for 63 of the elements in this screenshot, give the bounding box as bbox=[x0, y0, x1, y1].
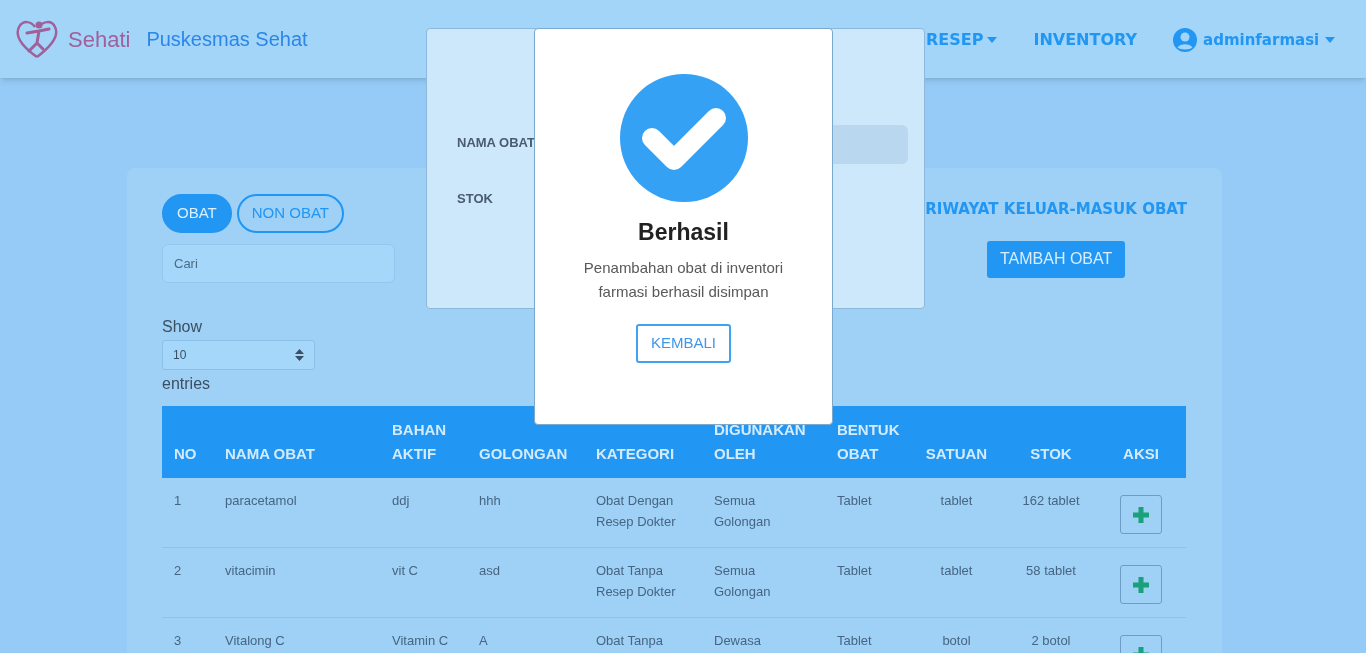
show-label: Show bbox=[162, 317, 204, 337]
column-header: AKSI bbox=[1122, 444, 1160, 464]
back-button[interactable]: KEMBALI bbox=[636, 323, 731, 363]
nav-link[interactable]: INVENTORY bbox=[1033, 28, 1138, 52]
table-cell-text: A bbox=[478, 632, 489, 650]
site-name: Puskesmas Sehat bbox=[146, 27, 308, 52]
history-link[interactable]: RIWAYAT KELUAR-MASUK OBAT bbox=[925, 198, 1187, 221]
column-header: SATUAN bbox=[924, 444, 989, 464]
table-cell-text: asd bbox=[478, 562, 501, 580]
table-cell-text: hhh bbox=[478, 492, 502, 510]
category-tab[interactable]: OBAT bbox=[162, 194, 232, 233]
column-header: NO bbox=[173, 444, 198, 464]
dialog-title: Berhasil bbox=[638, 218, 729, 247]
sort-icon bbox=[295, 349, 304, 361]
nav-link[interactable]: RESEP bbox=[926, 28, 998, 52]
column-header: NAMA OBAT bbox=[224, 444, 316, 464]
column-header: KATEGORI bbox=[595, 444, 676, 464]
entries-label: entries bbox=[162, 374, 212, 394]
column-header: STOK bbox=[1029, 444, 1073, 464]
table-cell-text: Tablet bbox=[836, 562, 873, 580]
table-cell-text: paracetamol bbox=[224, 492, 298, 510]
table-cell-text: 2 botol bbox=[1030, 632, 1072, 650]
table-cell-text: 2 bbox=[173, 562, 183, 580]
field-label: NAMA OBAT bbox=[457, 134, 535, 152]
table-cell-text: 58 tablet bbox=[1025, 562, 1077, 580]
table-cell-text: vitacimin bbox=[224, 562, 277, 580]
table-cell-text: Tablet bbox=[836, 492, 873, 510]
table-cell-text: 162 tablet bbox=[1021, 492, 1081, 510]
user-menu[interactable]: adminfarmasi bbox=[1173, 28, 1336, 52]
column-header: GOLONGAN bbox=[478, 444, 569, 464]
table-cell-text: Obat Tanpa Resep Dokter bbox=[595, 562, 677, 601]
page-length-select[interactable]: 10 bbox=[162, 340, 315, 370]
plus-icon bbox=[1131, 574, 1151, 595]
user-avatar-icon bbox=[1173, 28, 1198, 52]
add-stock-button[interactable] bbox=[1120, 565, 1162, 604]
table-cell-text: Semua Golongan bbox=[713, 562, 772, 601]
add-button[interactable]: TAMBAH OBAT bbox=[986, 240, 1126, 278]
heart-person-logo-icon bbox=[15, 19, 59, 59]
table-cell-text: Obat Tanpa bbox=[595, 632, 664, 650]
dialog-message: Penambahan obat di inventori farmasi berhasil disimpan bbox=[582, 257, 785, 302]
table-cell-text: Dewasa bbox=[713, 632, 762, 650]
column-header: BENTUK OBAT bbox=[836, 420, 901, 464]
table-cell-text: Obat Dengan Resep Dokter bbox=[595, 492, 677, 531]
category-tab[interactable]: NON OBAT bbox=[236, 194, 344, 233]
column-header: BAHAN AKTIF bbox=[391, 420, 448, 464]
column-header: DIGUNAKAN OLEH bbox=[713, 420, 807, 464]
add-stock-button[interactable] bbox=[1120, 495, 1162, 534]
table-cell-text: botol bbox=[941, 632, 972, 650]
table-cell-text: 1 bbox=[173, 492, 183, 510]
table-cell-text: tablet bbox=[939, 562, 974, 580]
search-field[interactable]: Cari bbox=[162, 244, 395, 283]
check-icon bbox=[619, 74, 748, 202]
plus-icon bbox=[1131, 504, 1151, 525]
table-cell-text: tablet bbox=[939, 492, 974, 510]
field-label: STOK bbox=[457, 189, 493, 208]
table-cell-text: Tablet bbox=[836, 632, 873, 650]
table-cell-text: Vitamin C bbox=[391, 632, 450, 650]
table-cell-text: 3 bbox=[173, 632, 183, 650]
table-cell-text: Vitalong C bbox=[224, 632, 286, 650]
table-cell-text: vit C bbox=[391, 562, 419, 580]
brand-name: Sehati bbox=[68, 25, 131, 54]
table-cell-text: ddj bbox=[391, 492, 411, 510]
table-cell-text: Semua Golongan bbox=[713, 492, 772, 531]
